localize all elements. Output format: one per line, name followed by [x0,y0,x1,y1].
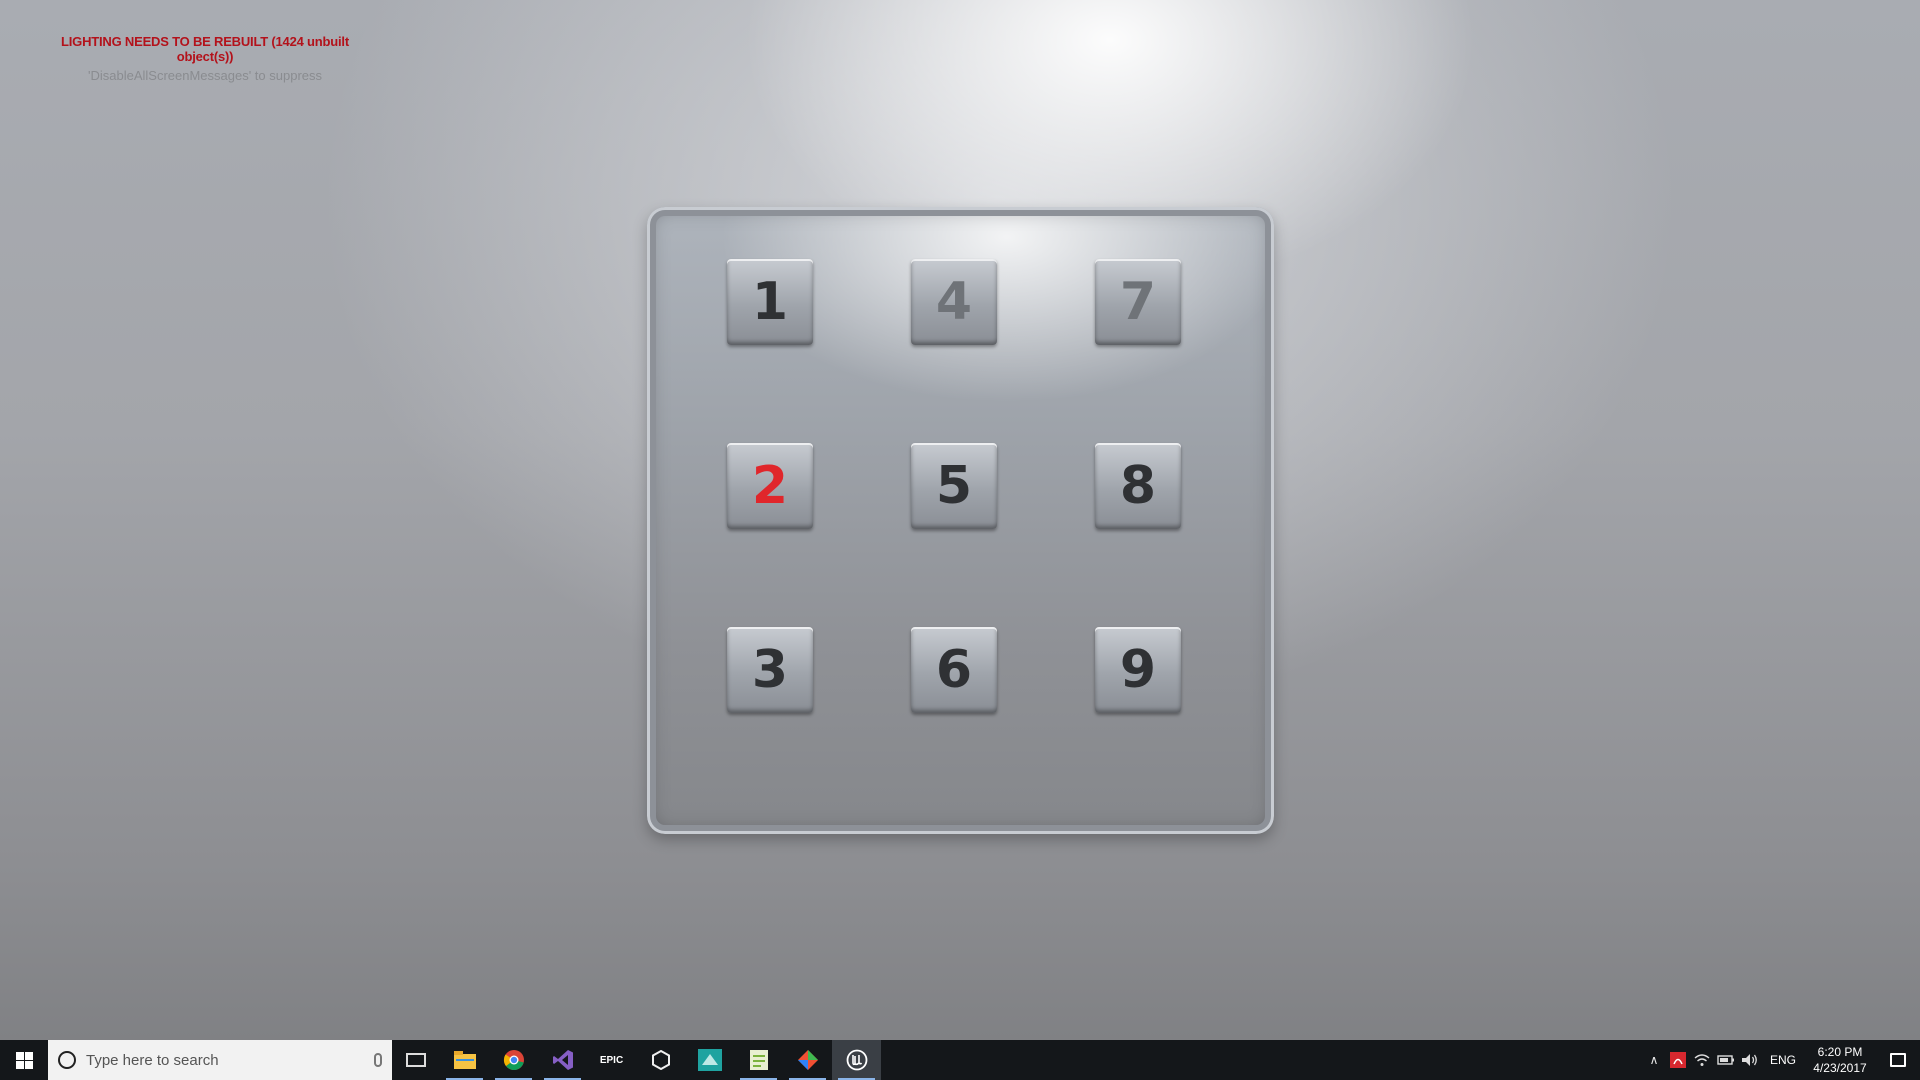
language-indicator[interactable]: ENG [1762,1053,1804,1067]
notification-icon [1890,1053,1906,1067]
key-2[interactable]: 2 [727,443,813,529]
unreal-engine-icon [845,1048,869,1072]
taskbar-search[interactable]: Type here to search [48,1040,392,1080]
notepad-icon [747,1048,771,1072]
action-center-button[interactable] [1876,1040,1920,1080]
visual-studio-icon [551,1048,575,1072]
system-tray: ∧ ENG 6:20 PM 4/23/2017 [1642,1040,1920,1080]
chevron-up-icon[interactable]: ∧ [1642,1040,1666,1080]
cortana-icon [58,1051,76,1069]
clock[interactable]: 6:20 PM 4/23/2017 [1804,1044,1876,1076]
unity-icon [649,1048,673,1072]
taskbar-app-git[interactable] [783,1040,832,1080]
key-6[interactable]: 6 [911,627,997,713]
taskbar-app-unreal-engine[interactable] [832,1040,881,1080]
key-5[interactable]: 5 [911,443,997,529]
key-4[interactable]: 4 [911,259,997,345]
battery-icon[interactable] [1714,1040,1738,1080]
task-view-button[interactable] [392,1040,440,1080]
taskbar-app-visual-studio[interactable] [538,1040,587,1080]
taskbar: Type here to search EPIC ∧ ENG 6:20 PM 4… [0,1040,1920,1080]
taskbar-app-notepad[interactable] [734,1040,783,1080]
acrobat-icon[interactable] [1666,1040,1690,1080]
microphone-icon[interactable] [374,1053,382,1067]
keypad-grid: 1 4 7 2 5 8 3 6 9 [727,259,1181,713]
taskbar-app-epic-games[interactable]: EPIC [587,1040,636,1080]
windows-logo-icon [15,1051,33,1069]
search-placeholder: Type here to search [86,1051,219,1069]
git-icon [796,1048,820,1072]
volume-icon[interactable] [1738,1040,1762,1080]
start-button[interactable] [0,1040,48,1080]
taskbar-app-chrome[interactable] [489,1040,538,1080]
taskbar-app-generic[interactable] [685,1040,734,1080]
key-3[interactable]: 3 [727,627,813,713]
clock-time: 6:20 PM [1817,1045,1863,1059]
chrome-icon [502,1048,526,1072]
key-1[interactable]: 1 [727,259,813,345]
key-8[interactable]: 8 [1095,443,1181,529]
file-explorer-icon [453,1048,477,1072]
keypad-panel: 1 4 7 2 5 8 3 6 9 [647,207,1274,834]
taskbar-app-file-explorer[interactable] [440,1040,489,1080]
taskbar-app-unity[interactable] [636,1040,685,1080]
key-9[interactable]: 9 [1095,627,1181,713]
app-icon [697,1048,722,1072]
suppress-hint: 'DisableAllScreenMessages' to suppress [87,68,323,83]
clock-date: 4/23/2017 [1813,1061,1867,1075]
wifi-icon[interactable] [1690,1040,1714,1080]
lighting-warning: LIGHTING NEEDS TO BE REBUILT (1424 unbui… [61,34,349,64]
epic-games-icon: EPIC [599,1054,624,1066]
task-view-icon [406,1053,426,1067]
engine-screen-messages: LIGHTING NEEDS TO BE REBUILT (1424 unbui… [40,34,370,83]
key-7[interactable]: 7 [1095,259,1181,345]
